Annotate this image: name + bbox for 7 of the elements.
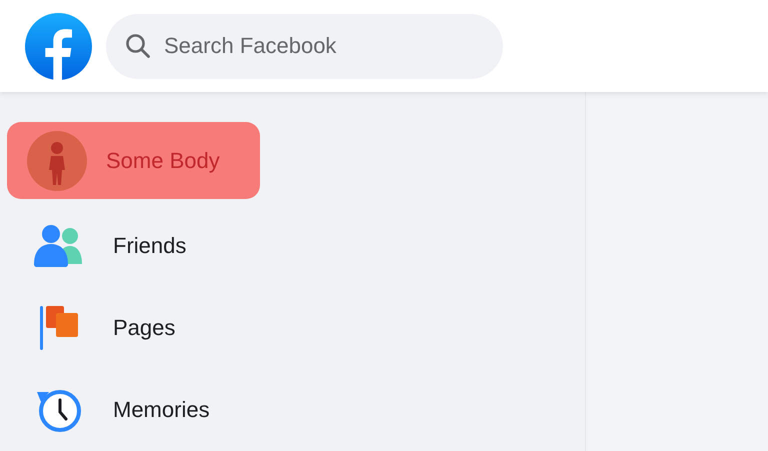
sidebar-item[interactable]: Friends bbox=[7, 204, 260, 287]
logo-icon[interactable] bbox=[25, 12, 92, 80]
search-field[interactable]: Search Facebook bbox=[106, 14, 503, 78]
search-icon bbox=[124, 32, 152, 60]
avatar bbox=[27, 130, 87, 191]
sidebar-item[interactable]: Memories bbox=[7, 368, 260, 451]
sidebar-item[interactable]: Pages bbox=[7, 286, 260, 369]
